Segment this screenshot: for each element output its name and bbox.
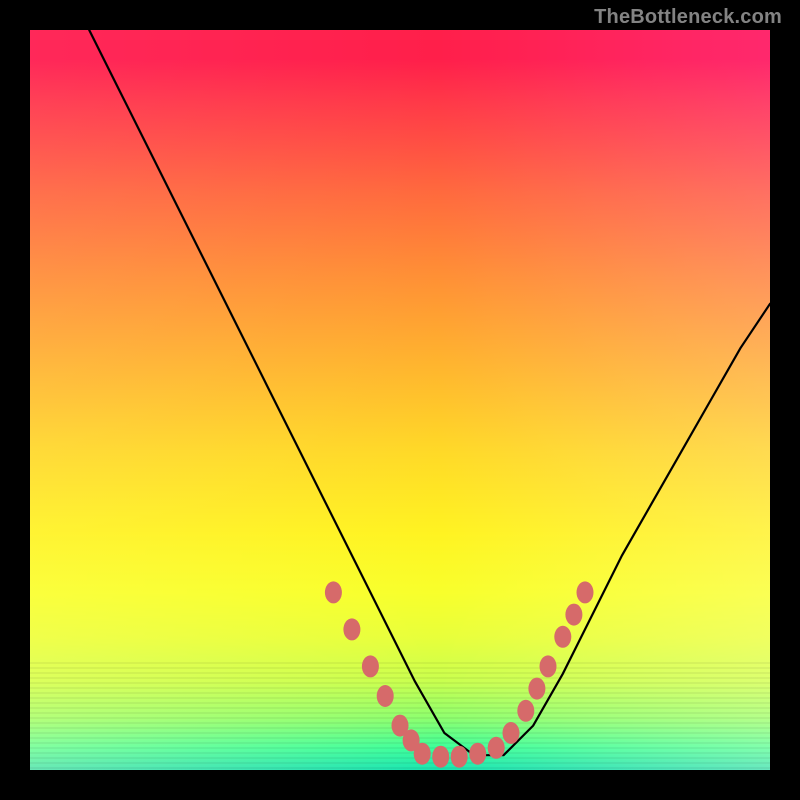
highlight-dots (325, 581, 594, 767)
highlight-dot (377, 685, 394, 707)
highlight-dot (343, 618, 360, 640)
highlight-dot (577, 581, 594, 603)
chart-frame: TheBottleneck.com (0, 0, 800, 800)
highlight-dot (451, 746, 468, 768)
highlight-dot (540, 655, 557, 677)
chart-overlay (30, 30, 770, 770)
plot-area (30, 30, 770, 770)
highlight-dot (503, 722, 520, 744)
highlight-dot (517, 700, 534, 722)
highlight-dot (325, 581, 342, 603)
highlight-dot (554, 626, 571, 648)
highlight-dot (528, 678, 545, 700)
highlight-dot (565, 604, 582, 626)
highlight-dot (469, 743, 486, 765)
highlight-dot (432, 746, 449, 768)
highlight-dot (414, 743, 431, 765)
bottleneck-curve (89, 30, 770, 755)
watermark-label: TheBottleneck.com (594, 6, 782, 29)
highlight-dot (362, 655, 379, 677)
highlight-dot (488, 737, 505, 759)
